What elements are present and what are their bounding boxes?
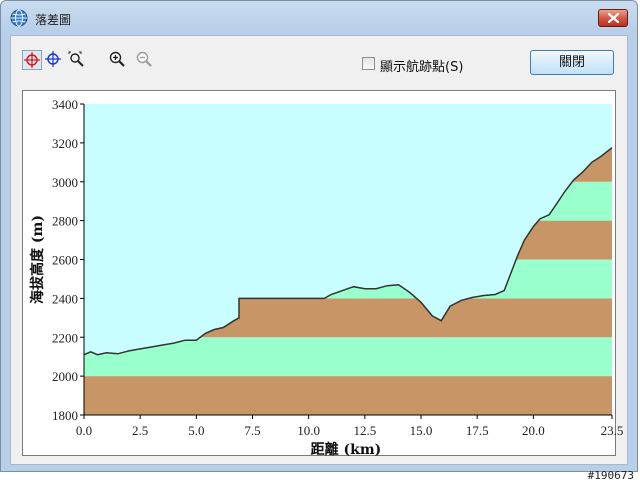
x-tick-label: 0.0	[76, 423, 92, 438]
y-tick-label: 3000	[52, 175, 78, 190]
profile-window: 落差圖 顯示航跡點(S) 關閉 1800 2000 2200 2400 2600…	[0, 0, 638, 472]
client-area: 顯示航跡點(S) 關閉 1800 2000 2200 2400 2600 2800 3000…	[10, 35, 628, 465]
elevation-band-0	[84, 376, 612, 415]
chart-frame: 1800 2000 2200 2400 2600 2800 3000 3200 3400 0.0 2…	[22, 90, 623, 458]
x-tick-label: 12.5	[353, 423, 376, 438]
x-tick-label: 23.5	[601, 423, 624, 438]
y-tick-label: 1800	[52, 408, 78, 423]
x-tick-label: 17.5	[466, 423, 489, 438]
x-tick-label: 15.0	[410, 423, 433, 438]
x-tick-label: 7.5	[244, 423, 260, 438]
y-tick-label: 3400	[52, 97, 78, 112]
y-tick-label: 2800	[52, 214, 78, 229]
image-id-watermark: #190673	[587, 469, 634, 482]
y-tick-label: 2600	[52, 253, 78, 268]
x-tick-label: 10.0	[297, 423, 320, 438]
x-axis-title: 距離 (km)	[311, 441, 382, 458]
y-tick-label: 2400	[52, 291, 78, 306]
y-tick-label: 2000	[52, 369, 78, 384]
x-tick-label: 2.5	[132, 423, 148, 438]
x-tick-label: 20.0	[522, 423, 545, 438]
y-axis-title: 海拔高度 (m)	[29, 215, 46, 304]
y-tick-label: 3200	[52, 136, 78, 151]
x-tick-label: 5.0	[188, 423, 204, 438]
elevation-chart: 1800 2000 2200 2400 2600 2800 3000 3200 3400 0.0 2…	[29, 97, 624, 458]
y-tick-label: 2200	[52, 330, 78, 345]
